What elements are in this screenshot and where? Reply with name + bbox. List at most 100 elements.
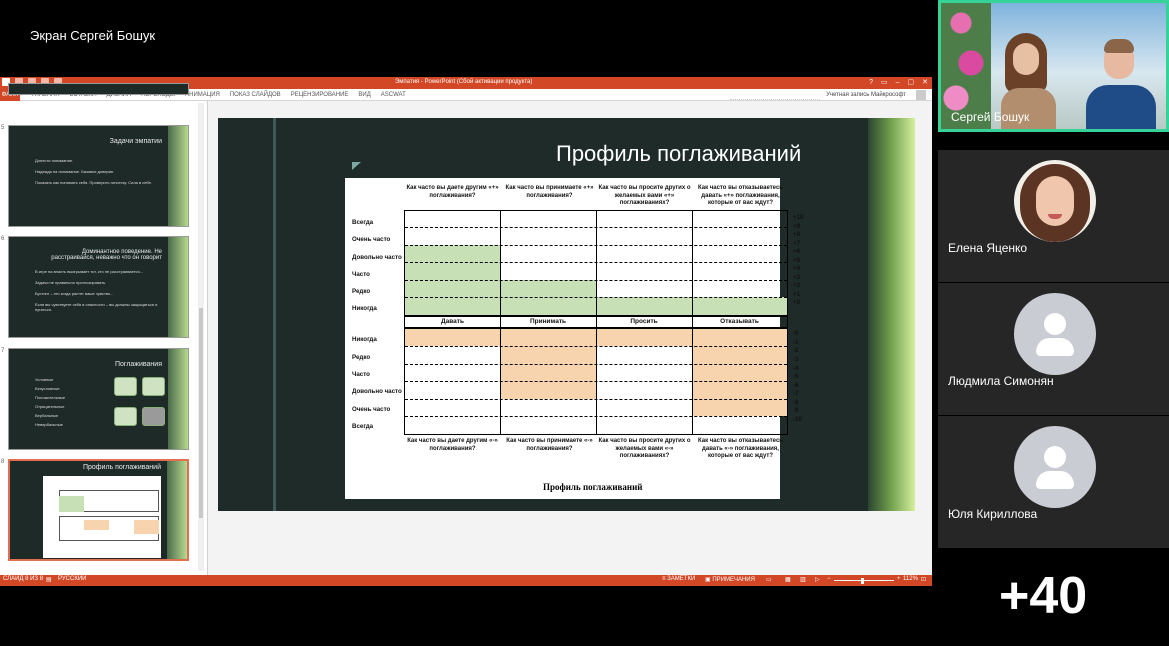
tab-review[interactable]: РЕЦЕНЗИРОВАНИЕ [291, 89, 349, 101]
user-avatar-icon [1014, 426, 1096, 508]
screen-share-label: Экран Сергей Бошук [30, 28, 156, 43]
grid-dash [405, 245, 787, 246]
zoom-slider-knob[interactable] [861, 578, 864, 584]
sheet-footer-title: Профиль поглаживаний [543, 482, 643, 492]
slide-triangle-accent [352, 162, 361, 170]
slide-counter: СЛАЙД 8 ИЗ 8 [3, 576, 44, 582]
more-participants-count[interactable]: +40 [999, 566, 1087, 626]
column-label-give: Давать [441, 318, 464, 325]
thumbnail-slide-5[interactable]: Задачи эмпатии Донести понимание. Надежд… [8, 125, 189, 227]
spellcheck-icon[interactable]: ▤ [46, 576, 52, 583]
help-icon[interactable]: ? [869, 78, 873, 87]
fill-ask-negative [596, 329, 692, 346]
thumbnail-card [142, 407, 165, 426]
column-labels-row: Давать Принимать Просить Отказывать [404, 316, 788, 328]
scale-label: +5 [793, 257, 801, 264]
scale-label: +10 [793, 214, 804, 221]
question-top-give: Как часто вы даете другим «+» поглаживан… [406, 185, 499, 199]
thumbnail-line: Вербальные [35, 413, 59, 418]
column-label-ask: Просить [630, 318, 658, 325]
slide-left-stripe [273, 118, 276, 511]
thumbnail-number: 7 [1, 348, 5, 354]
thumbnail-text: Донести понимание. Надежда на понимание.… [35, 158, 160, 191]
participant-name: Елена Яценко [948, 241, 1028, 255]
thumbnail-line: В игре на власть выигрывает тот, кто не … [35, 269, 143, 274]
fit-slide-icon[interactable]: ⊡ [921, 576, 926, 583]
thumbnail-line: Надежда на понимание. Базовое доверие. [35, 169, 115, 174]
notes-label: ЗАМЕТКИ [667, 576, 696, 582]
thumbnail-line: Донести понимание. [35, 158, 74, 163]
grid-dash [405, 381, 787, 382]
tab-slideshow[interactable]: ПОКАЗ СЛАЙДОВ [230, 89, 281, 101]
grid-dash [405, 399, 787, 400]
maximize-icon[interactable]: ▢ [908, 78, 915, 87]
language-label[interactable]: РУССКИЙ [58, 576, 86, 582]
grid-top [404, 210, 788, 316]
zoom-level[interactable]: 112% [903, 576, 918, 582]
scale-label: +8 [793, 231, 801, 238]
thumbnail-text: В игре на власть выигрывает тот, кто не … [35, 269, 160, 318]
main-slide[interactable]: Профиль поглаживаний Как часто вы даете … [218, 118, 915, 511]
user-avatar-icon [1014, 293, 1096, 375]
reading-view-icon[interactable]: ▥ [800, 576, 806, 583]
zoom-out-icon[interactable]: − [827, 576, 831, 582]
participant-tile-speaker[interactable]: Сергей Бошук [938, 0, 1169, 132]
thumbnail-number: 5 [1, 125, 5, 131]
tab-view[interactable]: ВИД [358, 89, 370, 101]
scale-label: -1 [793, 339, 799, 346]
question-bottom-give: Как часто вы даете другим «-» поглаживан… [407, 438, 498, 452]
close-icon[interactable]: ✕ [922, 78, 928, 87]
thumbnail-text: Условные Безусловные Положительные Отриц… [35, 377, 95, 431]
thumbnail-line: Безусловные [35, 386, 60, 391]
scale-label: -9 [793, 407, 799, 414]
thumbnail-title: Доминантное поведение. Не расстраивайся,… [51, 249, 162, 261]
zoom-slider[interactable] [834, 580, 894, 581]
thumbnail-slide-6[interactable]: Доминантное поведение. Не расстраивайся,… [8, 236, 189, 338]
scrollbar-thumb[interactable] [199, 308, 203, 518]
row-label: Никогда [352, 336, 377, 343]
ribbon-options-icon[interactable]: ▭ [881, 78, 888, 87]
thumbnail-slide-8[interactable]: Профиль поглаживаний [8, 459, 189, 561]
thumbnail-partial[interactable] [8, 83, 189, 95]
tab-ascwat[interactable]: ASCWAT [381, 89, 406, 101]
slideshow-view-icon[interactable]: ▷ [815, 576, 820, 583]
thumbnail-number: 6 [1, 236, 5, 242]
notes-button[interactable]: ≡ ЗАМЕТКИ [662, 576, 695, 582]
ribbon-ornament [730, 91, 820, 100]
thumbnail-card [114, 377, 137, 396]
question-bottom-ask: Как часто вы просите других о желаемых в… [598, 438, 691, 459]
participant-tile[interactable]: Людмила Симонян [938, 283, 1169, 415]
grid-dash [405, 346, 787, 347]
slide-sorter-icon[interactable]: ▦ [785, 576, 791, 583]
scale-label: -8 [793, 399, 799, 406]
thumbnails-scrollbar[interactable] [198, 103, 204, 571]
mini-orange-fill [134, 520, 159, 534]
fill-give-negative [405, 329, 500, 346]
comments-label: ПРИМЕЧАНИЯ [712, 577, 755, 583]
scale-label: +2 [793, 282, 801, 289]
slide-background: Профиль поглаживаний Как часто вы даете … [218, 118, 915, 511]
participant-tile[interactable]: Юля Кириллова [938, 416, 1169, 548]
thumbnail-green-edge [168, 349, 188, 449]
grid-dash [405, 280, 787, 281]
tab-animations[interactable]: АНИМАЦИЯ [185, 89, 220, 101]
status-bar: СЛАЙД 8 ИЗ 8 ▤ РУССКИЙ ≡ ЗАМЕТКИ ▣ ПРИМЕ… [0, 575, 932, 586]
scale-label: -2 [793, 347, 799, 354]
thumbnail-line: Задачи не правильно прогнозировать. [35, 280, 107, 285]
zoom-in-icon[interactable]: + [897, 576, 901, 582]
normal-view-icon[interactable]: ▭ [766, 576, 772, 583]
account-avatar[interactable] [916, 90, 926, 100]
account-label[interactable]: Учетная запись Майкрософт [826, 89, 906, 101]
row-label: Довольно часто [352, 254, 402, 261]
thumbnail-line: Бустинг – это когда растет ваше чувство.… [35, 291, 114, 296]
scale-label: -0 [793, 330, 799, 337]
row-label: Редко [352, 288, 371, 295]
thumbnail-line: Показать как понимать себя. Проверить ги… [35, 180, 152, 185]
scale-label: -3 [793, 356, 799, 363]
minimize-icon[interactable]: – [896, 78, 900, 87]
participant-tile[interactable]: Елена Яценко [938, 150, 1169, 282]
slide-thumbnails-pane: 5 Задачи эмпатии Донести понимание. Наде… [0, 83, 208, 575]
comments-button[interactable]: ▣ ПРИМЕЧАНИЯ [705, 576, 755, 583]
grid-dash [405, 227, 787, 228]
thumbnail-slide-7[interactable]: Поглаживания Условные Безусловные Положи… [8, 348, 189, 450]
